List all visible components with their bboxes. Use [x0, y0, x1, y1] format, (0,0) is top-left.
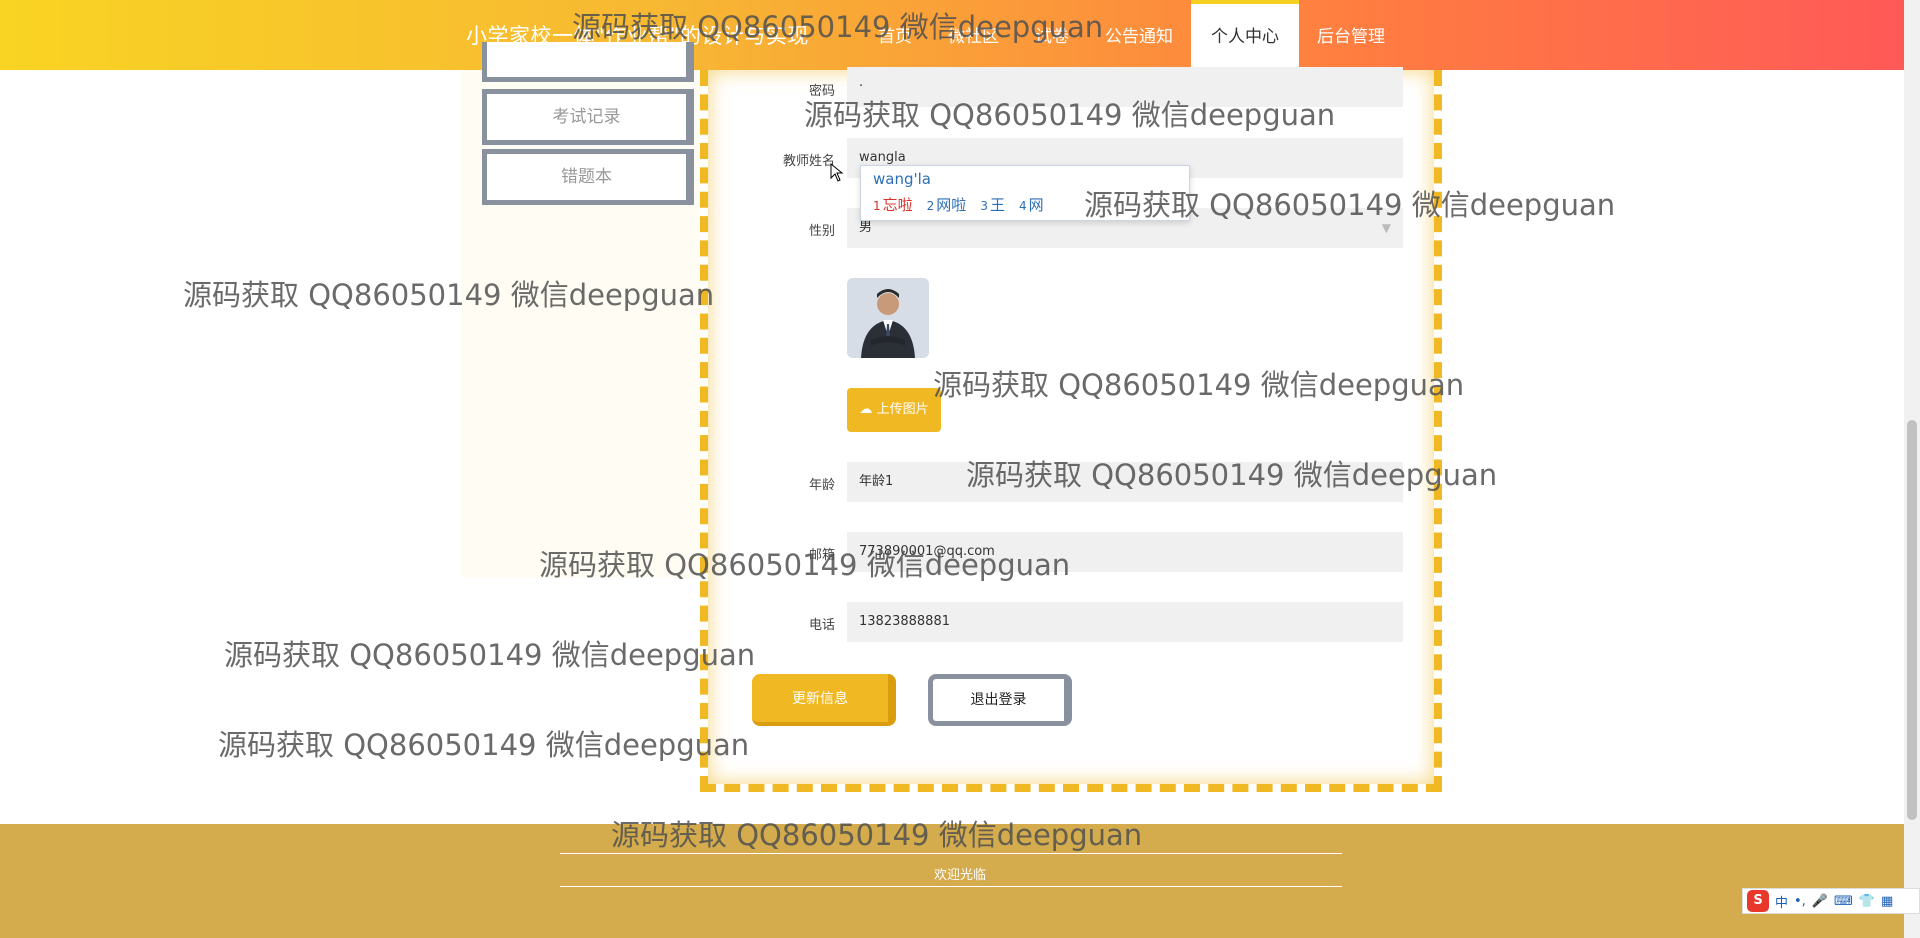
person-photo-icon [847, 278, 929, 358]
watermark: 源码获取 QQ86050149 微信deepguan [224, 638, 756, 672]
nav-admin[interactable]: 后台管理 [1299, 0, 1403, 70]
cloud-upload-icon: ☁ [859, 402, 873, 417]
email-field[interactable]: 773890001@qq.com [847, 532, 1403, 572]
avatar [847, 278, 929, 358]
ime-candidate-list: 1 忘啦 2 网啦 3王 4网 [873, 194, 1044, 215]
upload-label: 上传图片 [876, 402, 929, 417]
footer-divider-bottom [560, 886, 1342, 887]
footer-welcome-text: 欢迎光临 [933, 868, 986, 883]
sidebar-item-exam-records[interactable]: 考试记录 [482, 89, 694, 145]
ime-mode-toggle[interactable]: 中 [1775, 892, 1788, 911]
password-label: 密码 [808, 84, 835, 99]
mouse-cursor-icon [830, 163, 844, 182]
password-field[interactable]: · [847, 67, 1403, 107]
update-info-button[interactable]: 更新信息 [752, 674, 896, 726]
sidebar-item-previous[interactable] [482, 42, 694, 82]
logout-button[interactable]: 退出登录 [928, 674, 1072, 726]
age-field[interactable]: 年龄1 [847, 462, 1403, 502]
page-scrollbar[interactable] [1904, 0, 1920, 938]
watermark: 源码获取 QQ86050149 微信deepguan [218, 728, 750, 762]
nav-profile[interactable]: 个人中心 [1191, 0, 1299, 70]
ime-candidate[interactable]: 1 忘啦 [873, 194, 913, 215]
ime-candidate[interactable]: 2 网啦 [927, 194, 967, 215]
ime-toolbar: S 中 •, 🎤 ⌨ 👕 ▦ [1742, 888, 1920, 914]
nav-community[interactable]: 微社区 [930, 0, 1017, 70]
upload-image-button[interactable]: ☁ 上传图片 [847, 388, 941, 432]
sogou-logo-icon[interactable]: S [1747, 890, 1769, 912]
ime-candidate-popup: wang'la 1 忘啦 2 网啦 3王 4网 [860, 165, 1190, 221]
gender-value: 男 [859, 220, 873, 235]
age-label: 年龄 [808, 478, 835, 493]
phone-field[interactable]: 13823888881 [847, 602, 1403, 642]
nav-notice[interactable]: 公告通知 [1087, 0, 1191, 70]
phone-label: 电话 [808, 618, 835, 633]
email-label: 邮箱 [808, 548, 835, 563]
teacher-name-label: 教师姓名 [782, 154, 835, 169]
footer-divider-top [560, 853, 1342, 854]
keyboard-icon[interactable]: ⌨ [1834, 894, 1853, 909]
nav-exam[interactable]: 试卷 [1017, 0, 1087, 70]
ime-composition: wang'la [873, 170, 931, 188]
microphone-icon[interactable]: 🎤 [1812, 894, 1828, 909]
main-nav: 首页 微社区 试卷 公告通知 个人中心 后台管理 [860, 0, 1403, 70]
skin-icon[interactable]: 👕 [1859, 894, 1875, 909]
gender-label: 性别 [808, 224, 835, 239]
top-navbar: 小学家校一体"作业帮"的设计与实现 首页 微社区 试卷 公告通知 个人中心 后台… [0, 0, 1920, 70]
grid-menu-icon[interactable]: ▦ [1881, 894, 1893, 909]
sidebar-item-wrong-questions[interactable]: 错题本 [482, 149, 694, 205]
ime-candidate[interactable]: 4网 [1019, 194, 1044, 215]
chevron-down-icon: ▼ [1381, 221, 1391, 235]
sidebar [462, 70, 712, 578]
scrollbar-thumb[interactable] [1907, 420, 1917, 820]
nav-home[interactable]: 首页 [860, 0, 930, 70]
ime-punct-toggle[interactable]: •, [1794, 894, 1806, 909]
ime-candidate[interactable]: 3王 [980, 194, 1005, 215]
